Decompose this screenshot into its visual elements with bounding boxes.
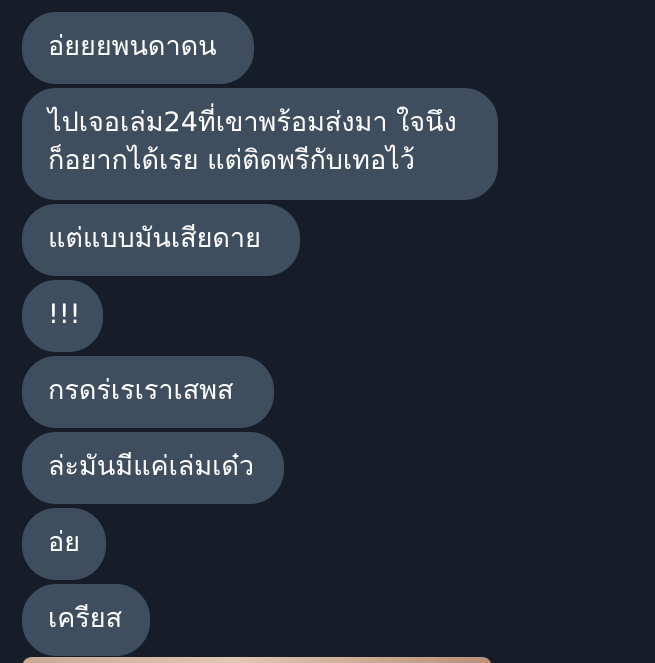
- message-text: อ่ย: [48, 527, 81, 558]
- message-text: ไปเจอเล่ม24ที่เขาพร้อมส่งมา ใจนึง: [48, 107, 457, 138]
- message-text: แต่แบบมันเสียดาย: [48, 223, 261, 254]
- image-attachment-preview[interactable]: [22, 657, 492, 663]
- message-text: อ่ยยยพนดาดน: [48, 31, 217, 62]
- chat-thread: อ่ยยยพนดาดน ไปเจอเล่ม24ที่เขาพร้อมส่งมา …: [0, 0, 655, 663]
- message-bubble[interactable]: กรดร่เรเราเสพส: [22, 356, 274, 428]
- message-bubble[interactable]: ล่ะมันมีแค่เล่มเด๋ว: [22, 432, 284, 504]
- message-bubble[interactable]: เครียส: [22, 584, 150, 656]
- message-bubble[interactable]: อ่ยยยพนดาดน: [22, 12, 254, 84]
- message-bubble[interactable]: แต่แบบมันเสียดาย: [22, 204, 300, 276]
- message-text: เครียส: [48, 603, 123, 634]
- message-bubble[interactable]: !!!: [22, 280, 103, 352]
- message-bubble[interactable]: อ่ย: [22, 508, 106, 580]
- message-text: ก็อยากได้เรย แต่ติดพรีกับเทอไว้: [48, 145, 415, 176]
- message-text: กรดร่เรเราเสพส: [48, 375, 234, 406]
- message-text: !!!: [48, 299, 81, 330]
- message-bubble[interactable]: ไปเจอเล่ม24ที่เขาพร้อมส่งมา ใจนึง ก็อยาก…: [22, 88, 498, 200]
- message-text: ล่ะมันมีแค่เล่มเด๋ว: [48, 451, 255, 482]
